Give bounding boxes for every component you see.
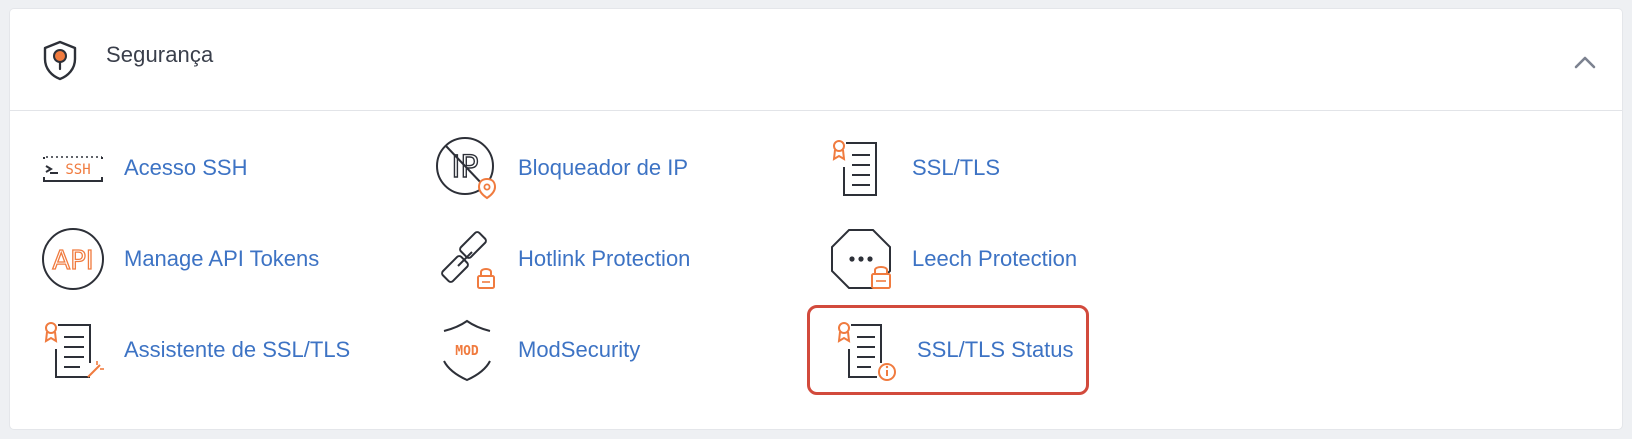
item-label: Assistente de SSL/TLS bbox=[124, 337, 351, 362]
section-title: Segurança bbox=[106, 42, 214, 67]
item-bloqueador-de-ip[interactable]: IP Bloqueador de IP bbox=[408, 125, 698, 211]
item-label: Acesso SSH bbox=[124, 155, 248, 180]
leech-protection-icon bbox=[828, 226, 894, 292]
svg-text:API: API bbox=[52, 246, 93, 276]
item-label: Manage API Tokens bbox=[124, 246, 320, 271]
api-token-icon: API bbox=[40, 226, 106, 292]
item-modsecurity[interactable]: MOD ModSecurity bbox=[408, 307, 698, 393]
ip-blocker-icon: IP bbox=[434, 135, 500, 201]
svg-text:SSH: SSH bbox=[65, 162, 90, 178]
security-section-header[interactable]: Segurança bbox=[10, 9, 1622, 111]
security-panel: Segurança SSH Acesso SSH IP Bloqueador d… bbox=[10, 9, 1622, 429]
item-hotlink-protection[interactable]: Hotlink Protection bbox=[408, 216, 698, 302]
item-assistente-ssl-tls[interactable]: Assistente de SSL/TLS bbox=[14, 307, 350, 393]
item-label: Bloqueador de IP bbox=[518, 155, 689, 180]
collapse-button[interactable] bbox=[1570, 49, 1600, 75]
hotlink-protection-icon bbox=[434, 226, 500, 292]
security-shield-icon bbox=[40, 39, 80, 81]
item-label: Hotlink Protection bbox=[518, 246, 691, 271]
ssl-status-icon bbox=[833, 317, 899, 383]
modsecurity-shield-icon: MOD bbox=[434, 317, 500, 383]
chevron-up-icon bbox=[1574, 56, 1596, 69]
svg-text:MOD: MOD bbox=[455, 344, 479, 359]
item-ssl-tls-status[interactable]: SSL/TLS Status bbox=[807, 305, 1089, 395]
ssl-certificate-icon bbox=[828, 135, 894, 201]
item-label: SSL/TLS bbox=[912, 155, 1001, 180]
item-manage-api-tokens[interactable]: API Manage API Tokens bbox=[14, 216, 319, 302]
ssl-wizard-icon bbox=[40, 317, 106, 383]
ssh-terminal-icon: SSH bbox=[40, 135, 106, 201]
item-leech-protection[interactable]: Leech Protection bbox=[802, 216, 1092, 302]
item-ssl-tls[interactable]: SSL/TLS bbox=[802, 125, 1092, 211]
svg-text:IP: IP bbox=[452, 150, 479, 185]
item-label: SSL/TLS Status bbox=[917, 337, 1074, 362]
item-label: Leech Protection bbox=[912, 246, 1078, 271]
item-label: ModSecurity bbox=[518, 337, 641, 362]
item-acesso-ssh[interactable]: SSH Acesso SSH bbox=[14, 125, 304, 211]
